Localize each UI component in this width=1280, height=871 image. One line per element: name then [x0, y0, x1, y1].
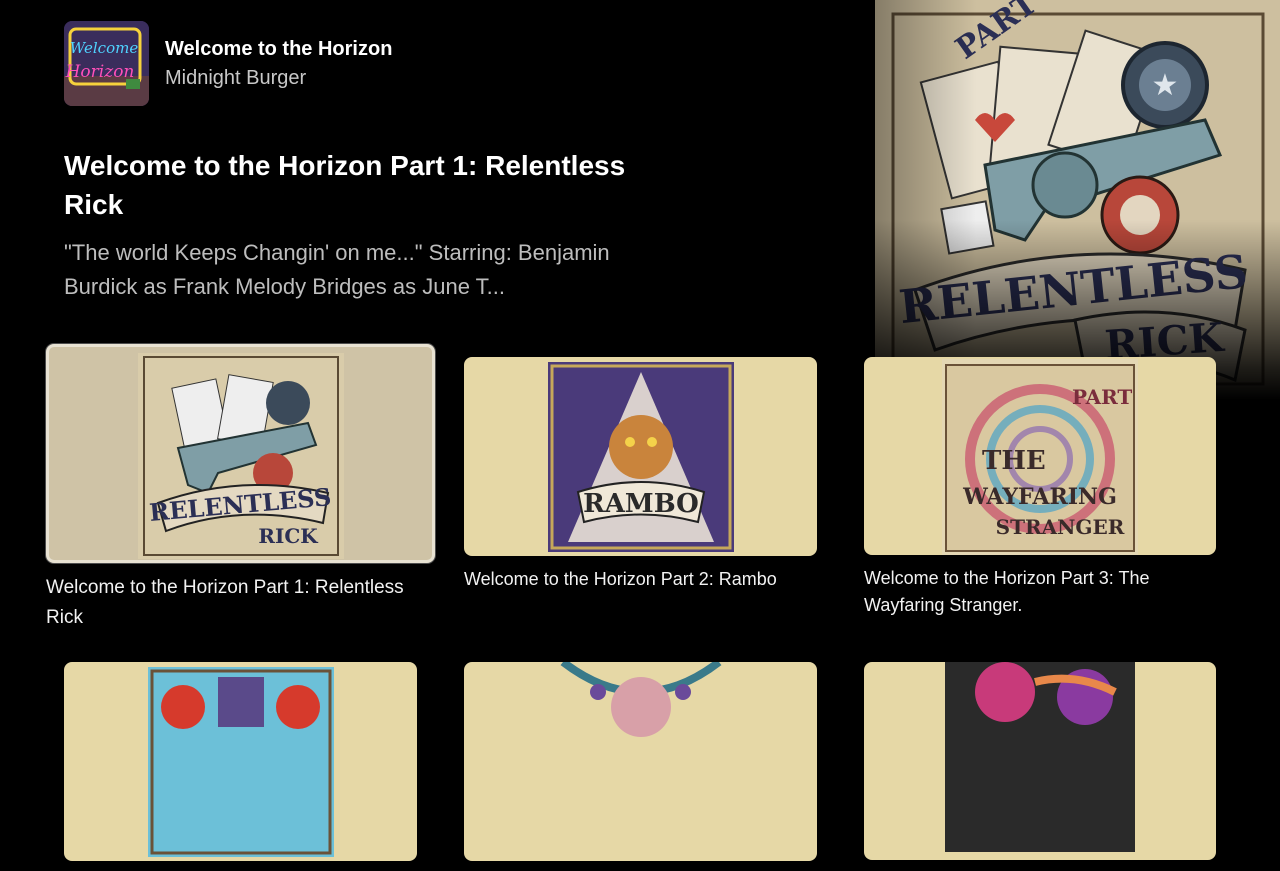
svg-text:Welcome: Welcome — [70, 39, 139, 57]
episode-card-label: Welcome to the Horizon Part 3: The Wayfa… — [864, 568, 1150, 615]
hero-gradient — [875, 0, 1280, 400]
show-thumbnail: Welcome Horizon — [64, 21, 149, 106]
episode-card-label: Welcome to the Horizon Part 1: Relentles… — [46, 577, 404, 628]
relentless-rick-art: RELENTLESS RICK — [137, 353, 344, 559]
svg-text:RICK: RICK — [258, 524, 318, 548]
hero-artwork: ★ RELENTLESS RICK PART 1: — [875, 0, 1280, 400]
svg-text:THE: THE — [982, 446, 1046, 476]
episode-card[interactable] — [864, 662, 1216, 870]
episode-artwork — [864, 662, 1216, 860]
svg-text:PART 3: PART 3 — [1072, 385, 1138, 409]
episode-artwork — [64, 662, 417, 861]
show-creator: Midnight Burger — [165, 66, 307, 89]
wayfaring-stranger-art: PART 3 THE WAYFARING STRANGER — [942, 359, 1138, 555]
episode-card[interactable]: RELENTLESS RICK Welcome to the Horizon P… — [46, 344, 435, 633]
episode-card-label: Welcome to the Horizon Part 2: Rambo — [464, 569, 777, 589]
episode-description: "The world Keeps Changin' on me..." Star… — [64, 240, 610, 299]
svg-text:STRANGER: STRANGER — [996, 515, 1125, 539]
episode-artwork: PART 3 THE WAYFARING STRANGER — [864, 357, 1216, 555]
rambo-art: RAMBO — [547, 362, 734, 552]
show-title: Welcome to the Horizon — [165, 37, 393, 60]
episode-card[interactable] — [464, 662, 817, 871]
part-4-art — [147, 667, 334, 857]
episode-card[interactable]: RAMBO Welcome to the Horizon Part 2: Ram… — [464, 357, 817, 593]
svg-text:RAMBO: RAMBO — [583, 489, 699, 519]
svg-text:WAYFARING: WAYFARING — [962, 484, 1117, 510]
show-header: Welcome Horizon Welcome to the Horizon M… — [64, 21, 392, 106]
episode-artwork: RAMBO — [464, 357, 817, 556]
part-5-art — [542, 662, 739, 852]
episode-card[interactable]: PART 3 THE WAYFARING STRANGER Welcome to… — [864, 357, 1216, 619]
svg-text:Horizon: Horizon — [65, 62, 135, 82]
episode-title: Welcome to the Horizon Part 1: Relentles… — [64, 150, 626, 220]
part-6-art — [945, 662, 1135, 852]
episode-artwork — [464, 662, 817, 861]
episode-card[interactable] — [64, 662, 417, 871]
episode-artwork: RELENTLESS RICK — [46, 344, 435, 563]
